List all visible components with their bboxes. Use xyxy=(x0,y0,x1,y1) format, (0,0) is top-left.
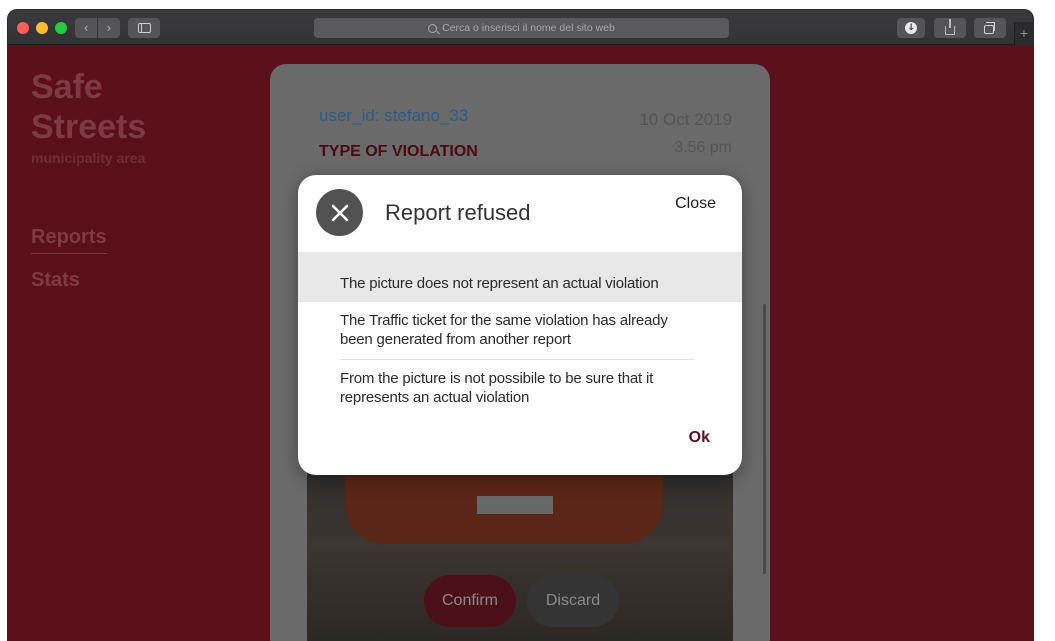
reason-option-already-ticketed[interactable]: The Traffic ticket for the same violatio… xyxy=(298,302,742,359)
close-window-button[interactable] xyxy=(17,22,29,34)
address-placeholder: Cerca o inserisci il nome del sito web xyxy=(442,22,615,34)
share-icon xyxy=(945,18,955,35)
minimize-window-button[interactable] xyxy=(36,22,48,34)
discard-button[interactable]: Discard xyxy=(527,575,619,627)
sidebar-icon xyxy=(137,23,151,33)
dialog-title: Report refused xyxy=(385,200,531,225)
dialog-close-button[interactable]: Close xyxy=(675,195,716,213)
forward-icon: › xyxy=(106,21,112,35)
tabs-icon xyxy=(984,21,995,34)
brand-line-1: Safe xyxy=(31,68,103,106)
brand-line-2: Streets xyxy=(31,108,147,146)
back-icon: ‹ xyxy=(83,21,89,35)
share-button[interactable] xyxy=(934,18,966,38)
violation-photo xyxy=(307,454,733,641)
card-scrollbar[interactable] xyxy=(763,304,766,574)
dialog-ok-button[interactable]: Ok xyxy=(689,429,710,447)
reason-option-not-violation[interactable]: The picture does not represent an actual… xyxy=(298,252,742,302)
violation-type-heading: TYPE OF VIOLATION xyxy=(319,143,478,160)
report-user-id[interactable]: user_id: stefano_33 xyxy=(319,106,468,126)
download-icon: ↓ xyxy=(905,22,917,34)
refusal-reason-list: The picture does not represent an actual… xyxy=(298,252,742,407)
confirm-button[interactable]: Confirm xyxy=(424,575,516,627)
sidebar-item-reports[interactable]: Reports xyxy=(31,226,107,254)
refused-x-icon xyxy=(316,189,363,236)
license-plate xyxy=(477,496,553,514)
show-tabs-button[interactable] xyxy=(974,18,1006,38)
title-bar: ‹ › Cerca o inserisci il nome del sito w… xyxy=(8,10,1033,45)
forward-button[interactable]: › xyxy=(98,18,120,38)
sidebar-toggle-button[interactable] xyxy=(128,18,160,38)
brand-logo: Safe Streets xyxy=(31,67,146,147)
report-refused-dialog: Report refused Close The picture does no… xyxy=(298,175,742,475)
report-time: 3.56 pm xyxy=(674,139,732,156)
address-bar[interactable]: Cerca o inserisci il nome del sito web xyxy=(314,18,729,38)
back-button[interactable]: ‹ xyxy=(75,18,97,38)
downloads-button[interactable]: ↓ xyxy=(897,18,925,38)
zoom-window-button[interactable] xyxy=(55,22,67,34)
reason-option-not-sure[interactable]: From the picture is not possibile to be … xyxy=(298,360,742,407)
new-tab-icon: + xyxy=(1019,25,1029,41)
sidebar-item-stats[interactable]: Stats xyxy=(31,269,80,292)
brand-subtitle: municipality area xyxy=(31,150,146,166)
search-icon xyxy=(428,23,438,33)
report-date: 10 Oct 2019 xyxy=(639,110,732,129)
new-tab-button[interactable]: + xyxy=(1014,22,1033,45)
